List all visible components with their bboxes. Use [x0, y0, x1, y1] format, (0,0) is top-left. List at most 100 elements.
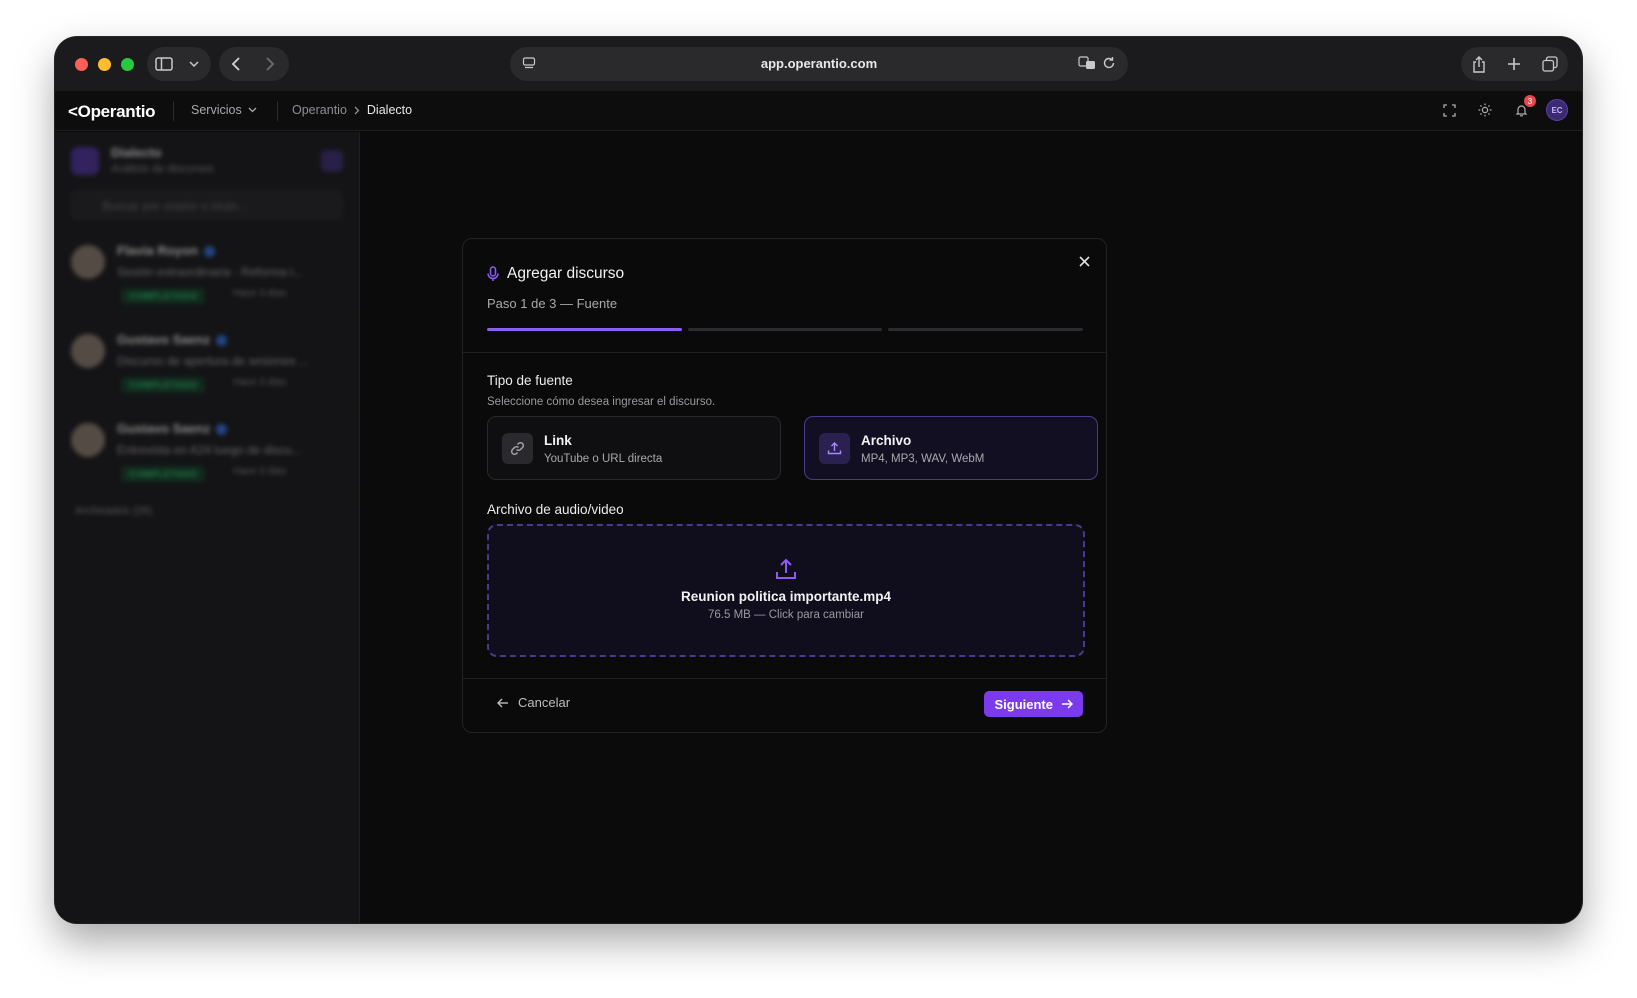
verified-icon: [216, 335, 228, 347]
fullscreen-icon: [1442, 103, 1456, 117]
translate-icon[interactable]: [1078, 56, 1096, 75]
source-option-file[interactable]: Archivo MP4, MP3, WAV, WebM: [804, 416, 1098, 480]
step-progress: [487, 328, 1084, 331]
progress-segment-2: [687, 328, 883, 331]
reload-icon[interactable]: [1102, 56, 1116, 75]
fullscreen-button[interactable]: [1438, 99, 1460, 121]
navigation-group: [219, 47, 289, 81]
source-type-hint: Seleccione cómo desea ingresar el discur…: [487, 396, 716, 408]
avatar: [71, 245, 105, 279]
new-tab-icon[interactable]: [1497, 47, 1531, 81]
avatar: [71, 334, 105, 368]
address-bar[interactable]: app.operantio.com: [510, 47, 1128, 81]
source-option-title: Archivo: [861, 433, 912, 448]
toolbar-actions: [1461, 47, 1568, 81]
arrow-right-icon: [1062, 699, 1073, 709]
source-option-subtitle: YouTube o URL directa: [544, 453, 663, 465]
speech-description: Entrevista en A24 luego de discu...: [117, 443, 302, 457]
list-item[interactable]: Gustavo Saenz Entrevista en A24 luego de…: [55, 409, 359, 497]
speech-description: Discurso de apertura de sesiones ...: [117, 354, 310, 368]
sidebar-search-input[interactable]: Buscar por orador o título...: [71, 190, 343, 220]
progress-segment-1: [487, 328, 682, 331]
browser-titlebar: app.operantio.com: [55, 37, 1582, 91]
add-speech-button[interactable]: [321, 150, 343, 172]
speaker-name: Gustavo Saenz: [117, 332, 211, 347]
next-button[interactable]: Siguiente: [984, 691, 1083, 717]
close-icon: [1078, 255, 1090, 267]
speaker-name: Flavia Royon: [117, 243, 198, 258]
cancel-button[interactable]: Cancelar: [497, 695, 570, 710]
dialog-title-text: Agregar discurso: [507, 265, 625, 282]
add-speech-dialog: Agregar discurso Paso 1 de 3 — Fuente Ti…: [462, 238, 1107, 733]
url-text[interactable]: app.operantio.com: [510, 56, 1128, 71]
sidebar-icon[interactable]: [147, 47, 181, 81]
chevron-right-icon: [354, 106, 360, 114]
file-section-label: Archivo de audio/video: [487, 502, 624, 517]
theme-toggle-button[interactable]: [1474, 99, 1496, 121]
status-badge: COMPLETADO: [121, 377, 206, 393]
list-item[interactable]: Gustavo Saenz Discurso de apertura de se…: [55, 320, 359, 408]
sidebar-toggle-group[interactable]: [147, 47, 211, 81]
source-type-label: Tipo de fuente: [487, 373, 573, 388]
archived-toggle[interactable]: Archivados (26): [75, 505, 152, 517]
dialog-title: Agregar discurso: [487, 265, 624, 283]
cancel-label: Cancelar: [518, 695, 571, 710]
app-logo[interactable]: <Operantio: [68, 102, 156, 122]
browser-window: app.operantio.com <Operantio Servicios O…: [55, 37, 1582, 923]
speaker-name: Gustavo Saenz: [117, 421, 211, 436]
breadcrumb: Operantio Dialecto: [292, 103, 412, 117]
speech-description: Sesión extraordinaria - Reforma l...: [117, 265, 304, 279]
selected-file-name: Reunion politica importante.mp4: [680, 589, 891, 604]
sun-icon: [1478, 103, 1492, 117]
verified-icon: [216, 424, 228, 436]
speech-time: Hace 3 días: [233, 288, 287, 299]
close-dialog-button[interactable]: [1074, 251, 1094, 271]
forward-arrow-icon[interactable]: [253, 47, 287, 81]
speeches-sidebar: Dialecto Análisis de discursos Buscar po…: [55, 132, 360, 923]
dialog-divider: [463, 678, 1106, 679]
chevron-down-icon: [248, 107, 257, 113]
speech-time: Hace 3 días: [233, 466, 287, 477]
header-divider: [173, 101, 174, 121]
arrow-left-icon: [497, 698, 508, 707]
source-option-link[interactable]: Link YouTube o URL directa: [487, 416, 781, 480]
notifications-button[interactable]: 3: [1510, 95, 1536, 121]
app-logo-text: Operantio: [77, 102, 156, 121]
notification-count-badge: 3: [1524, 95, 1536, 107]
file-dropzone[interactable]: Reunion politica importante.mp4 76.5 MB …: [487, 524, 1085, 657]
services-menu[interactable]: Servicios: [191, 103, 257, 117]
services-label: Servicios: [191, 103, 242, 117]
selected-file-meta: 76.5 MB — Click para cambiar: [708, 609, 864, 621]
step-indicator: Paso 1 de 3 — Fuente: [487, 296, 618, 311]
breadcrumb-item-operantio[interactable]: Operantio: [292, 103, 347, 117]
upload-icon: [819, 433, 850, 464]
upload-icon: [489, 558, 1083, 580]
speech-time: Hace 3 días: [233, 377, 287, 388]
tab-overview-icon[interactable]: [1533, 47, 1567, 81]
progress-segment-3: [888, 328, 1084, 331]
window-minimize-button[interactable]: [98, 58, 111, 71]
next-label: Siguiente: [994, 696, 1053, 712]
link-icon: [502, 433, 533, 464]
verified-icon: [203, 246, 215, 258]
header-divider: [277, 101, 278, 121]
dialecto-app-icon: [71, 147, 99, 175]
source-option-title: Link: [544, 433, 572, 448]
status-badge: COMPLETADO: [121, 466, 206, 482]
window-close-button[interactable]: [75, 58, 88, 71]
status-badge: COMPLETADO: [121, 288, 206, 304]
chevron-down-icon[interactable]: [181, 47, 207, 81]
list-item[interactable]: Flavia Royon Sesión extraordinaria - Ref…: [55, 231, 359, 319]
app-header: <Operantio Servicios Operantio Dialecto …: [55, 91, 1582, 131]
microphone-icon: [487, 266, 499, 281]
sidebar-header: Dialecto Análisis de discursos: [71, 142, 343, 182]
back-arrow-icon[interactable]: [219, 47, 253, 81]
share-icon[interactable]: [1462, 47, 1496, 81]
user-avatar[interactable]: EC: [1546, 99, 1568, 121]
window-maximize-button[interactable]: [121, 58, 134, 71]
breadcrumb-item-dialecto: Dialecto: [366, 103, 413, 117]
dialog-divider: [463, 352, 1106, 353]
sidebar-subtitle: Análisis de discursos: [111, 163, 214, 175]
source-option-subtitle: MP4, MP3, WAV, WebM: [861, 453, 985, 465]
sidebar-title: Dialecto: [111, 145, 162, 160]
